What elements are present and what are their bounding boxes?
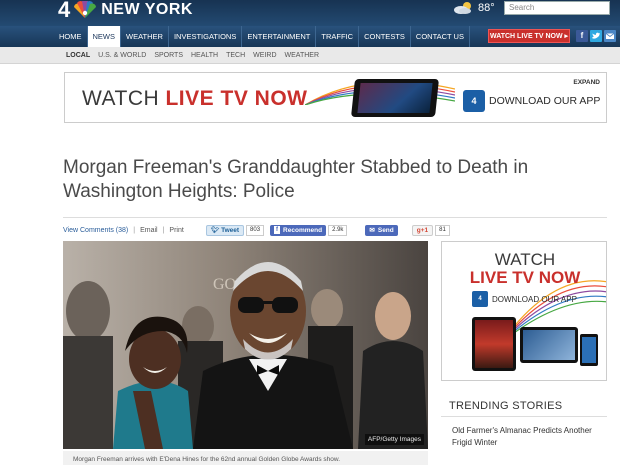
nav-item-home[interactable]: HOME <box>54 26 88 47</box>
phone-image <box>351 79 439 117</box>
nav-item-contests[interactable]: CONTESTS <box>359 26 411 47</box>
twitter-bird-icon: 🐦︎ <box>210 227 220 234</box>
banner-ad-watch: WATCH <box>82 87 166 110</box>
nav-item-entertainment[interactable]: ENTERTAINMENT <box>242 26 317 47</box>
search-input[interactable]: Search <box>504 1 610 15</box>
email-icon[interactable] <box>604 30 616 42</box>
photo-credit: AFP/Getty Images <box>364 434 424 445</box>
side-ad-live: LIVE TV NOW <box>469 268 581 287</box>
subnav-item-us-world[interactable]: U.S. & WORLD <box>94 47 150 64</box>
separator: | <box>133 226 136 234</box>
nav-item-weather[interactable]: WEATHER <box>121 26 169 47</box>
logo-number: 4 <box>58 0 70 22</box>
side-ad[interactable]: WATCH LIVE TV NOW 4 DOWNLOAD OUR APP <box>441 241 607 381</box>
nav-item-contact-us[interactable]: CONTACT US <box>411 26 470 47</box>
messenger-icon: ✉︎ <box>369 227 375 234</box>
sub-nav: LOCAL U.S. & WORLD SPORTS HEALTH TECH WE… <box>0 47 620 64</box>
share-bar: View Comments (38) | Email | Print 🐦︎ Twe… <box>63 224 450 236</box>
banner-ad-app-promo[interactable]: 4 DOWNLOAD OUR APP <box>463 90 600 112</box>
banner-ad-app-text: DOWNLOAD OUR APP <box>489 95 601 107</box>
facebook-icon: f <box>274 226 281 234</box>
separator: | <box>162 226 165 234</box>
partly-cloudy-icon <box>452 1 474 15</box>
tweet-label: Tweet <box>221 226 240 234</box>
send-label: Send <box>377 226 394 234</box>
google-plus-count: 81 <box>435 224 450 236</box>
banner-ad-live: LIVE TV NOW <box>165 87 308 110</box>
side-ad-app-promo[interactable]: 4 DOWNLOAD OUR APP <box>472 291 577 307</box>
social-links: f <box>576 30 616 42</box>
tweet-count: 803 <box>246 224 265 236</box>
site-logo[interactable]: 4 NEW YORK <box>58 0 193 22</box>
side-ad-watch: WATCH <box>494 250 556 269</box>
logo-city: NEW YORK <box>101 1 193 18</box>
view-comments-link[interactable]: View Comments (38) <box>63 227 128 234</box>
trending-story-link[interactable]: Old Farmer's Almanac Predicts Another Fr… <box>452 425 602 449</box>
banner-ad-expand-link[interactable]: EXPAND <box>573 79 600 86</box>
print-link[interactable]: Print <box>169 227 183 234</box>
nbc4-app-icon: 4 <box>472 291 488 307</box>
subnav-item-weird[interactable]: WEIRD <box>249 47 280 64</box>
tablet-image <box>472 317 516 371</box>
nav-item-news[interactable]: NEWS <box>87 26 121 47</box>
banner-ad-headline: WATCH LIVE TV NOW <box>82 87 307 111</box>
tweet-button[interactable]: 🐦︎ Tweet <box>205 224 245 236</box>
divider <box>63 217 607 218</box>
peacock-icon <box>71 0 99 19</box>
nav-item-investigations[interactable]: INVESTIGATIONS <box>169 26 243 47</box>
google-plus-button[interactable]: g+1 <box>411 224 434 236</box>
site-header: 4 NEW YORK 88° Search <box>0 0 620 26</box>
recommend-count: 2.9k <box>328 224 348 236</box>
subnav-item-weather[interactable]: WEATHER <box>281 47 323 64</box>
watch-live-tv-button[interactable]: WATCH LIVE TV NOW ▸ <box>488 29 570 43</box>
subnav-item-sports[interactable]: SPORTS <box>150 47 187 64</box>
email-link[interactable]: Email <box>140 227 158 234</box>
recommend-label: Recommend <box>283 226 323 234</box>
laptop-image <box>520 327 578 363</box>
photo-caption: Morgan Freeman arrives with E'Dena Hines… <box>63 451 428 465</box>
divider <box>441 416 607 417</box>
nav-item-traffic[interactable]: TRAFFIC <box>316 26 360 47</box>
subnav-item-health[interactable]: HEALTH <box>187 47 222 64</box>
article-headline: Morgan Freeman's Granddaughter Stabbed t… <box>63 157 529 202</box>
weather-widget[interactable]: 88° <box>452 1 495 15</box>
trending-stories-title: TRENDING STORIES <box>449 400 563 412</box>
photo-illustration: GOLD <box>63 241 428 449</box>
nbc4-app-icon: 4 <box>463 90 485 112</box>
twitter-icon[interactable] <box>590 30 602 42</box>
side-ad-app-text: DOWNLOAD OUR APP <box>492 294 577 304</box>
phone-image <box>580 334 598 366</box>
facebook-icon[interactable]: f <box>576 30 588 42</box>
weather-temperature: 88° <box>478 2 495 14</box>
subnav-item-local[interactable]: LOCAL <box>62 47 94 64</box>
facebook-recommend-button[interactable]: f Recommend <box>270 224 327 236</box>
article-photo[interactable]: GOLD AFP/Getty Images <box>63 241 428 449</box>
banner-ad[interactable]: WATCH LIVE TV NOW EXPAND 4 DOWNLOAD OUR … <box>64 72 607 123</box>
subnav-item-tech[interactable]: TECH <box>222 47 249 64</box>
facebook-send-button[interactable]: ✉︎ Send <box>365 224 398 236</box>
